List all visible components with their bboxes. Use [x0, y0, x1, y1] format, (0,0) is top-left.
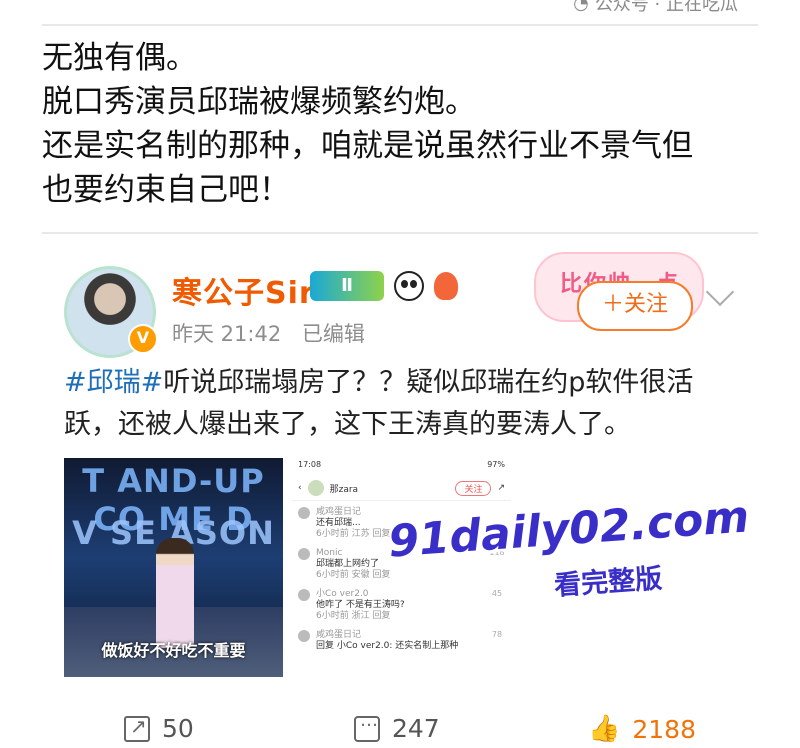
- repost-count: 50: [162, 714, 194, 743]
- commenter-avatar: [298, 507, 310, 519]
- status-battery: 97%: [487, 460, 505, 469]
- comment-likes: 45: [491, 589, 503, 598]
- performer-figure: [156, 538, 194, 648]
- post-image-screenshot[interactable]: 17:08 97% ‹ 那zara 关注 ↗ 咸鸡蛋日记 还有邱瑞... 6小时前 …: [292, 458, 511, 677]
- repost-icon: [124, 714, 150, 742]
- verified-badge-icon: V: [128, 324, 158, 354]
- overlay-watermark-sub: 看完整版: [553, 563, 664, 602]
- rocket-icon: [434, 272, 458, 300]
- chat-header: ‹ 那zara 关注 ↗: [292, 476, 511, 501]
- share-icon: ↗: [497, 483, 505, 493]
- account-name: 那zara: [329, 484, 359, 495]
- repost-button[interactable]: 50: [124, 714, 194, 743]
- commenter-avatar: [298, 548, 310, 560]
- user-badges: Ⅱ: [310, 271, 458, 301]
- comment-item: 咸鸡蛋日记 回复 小Co ver2.0: 还实名制上那种 78: [292, 624, 511, 654]
- top-watermark: ◔ 公众号 · 正在吃瓜: [573, 0, 738, 16]
- weibo-post-card: V 寒公子Sir Ⅱ 昨天 21:42 已编辑 比你帅一点 ＋关注 #邱瑞#听说…: [42, 238, 758, 748]
- panda-icon: [394, 271, 424, 301]
- edited-label: 已编辑: [301, 322, 365, 346]
- video-subtitle: 做饭好不好吃不重要: [101, 641, 246, 660]
- commenter-avatar: [298, 589, 310, 601]
- comment-text: 回复 小Co ver2.0: 还实名制上那种: [316, 641, 459, 651]
- article-caption: 无独有偶。 脱口秀演员邱瑞被爆频繁约炮。 还是实名制的那种，咱就是说虽然行业不景…: [42, 36, 782, 212]
- comment-count: 247: [392, 714, 440, 743]
- status-time: 17:08: [298, 460, 322, 469]
- account-avatar: [307, 480, 324, 496]
- divider-top: [42, 24, 758, 26]
- chevron-down-icon[interactable]: [705, 277, 735, 307]
- caption-line: 还是实名制的那种，咱就是说虽然行业不景气但: [42, 128, 693, 164]
- commenter-name: 小Co ver2.0: [316, 589, 369, 599]
- top-watermark-text: 公众号 · 正在吃瓜: [594, 0, 738, 15]
- avatar[interactable]: V: [64, 266, 158, 358]
- caption-line: 也要约束自己吧！: [42, 172, 290, 208]
- post-action-bar: 50 247 👍 2188: [42, 706, 758, 748]
- post-image-stage[interactable]: T AND-UP CO ME D V SE ASON 5 做饭好不好吃不重要: [64, 458, 283, 677]
- comment-likes: 78: [491, 630, 503, 639]
- level-badge-icon: Ⅱ: [310, 271, 384, 301]
- comment-meta: 6小时前 浙江 回复: [316, 611, 391, 621]
- post-time: 昨天 21:42: [172, 322, 282, 346]
- phone-status-bar: 17:08 97%: [292, 458, 511, 476]
- wechat-icon: ◔: [573, 0, 589, 14]
- username[interactable]: 寒公子Sir: [172, 268, 315, 312]
- thumbs-up-icon: 👍: [588, 714, 621, 744]
- comment-icon: [354, 710, 380, 742]
- post-body: #邱瑞#听说邱瑞塌房了？？疑似邱瑞在约p软件很活跃，还被人爆出来了，这下王涛真的…: [64, 362, 744, 446]
- commenter-avatar: [298, 630, 310, 642]
- comment-meta: 6小时前 安徽 回复: [316, 570, 391, 580]
- commenter-name: 咸鸡蛋日记: [316, 630, 362, 640]
- comment-text: 他咋了 不是有王涛吗?: [316, 600, 405, 610]
- comment-button[interactable]: 247: [354, 710, 440, 743]
- follow-button[interactable]: ＋关注: [577, 281, 693, 331]
- caption-line: 无独有偶。: [42, 40, 197, 76]
- mini-follow-button: 关注: [455, 480, 492, 496]
- like-button[interactable]: 👍 2188: [588, 714, 696, 744]
- caption-line: 脱口秀演员邱瑞被爆频繁约炮。: [42, 84, 476, 120]
- hashtag-link[interactable]: #邱瑞#: [64, 367, 163, 398]
- comment-item: 小Co ver2.0 他咋了 不是有王涛吗? 6小时前 浙江 回复 45: [292, 583, 511, 624]
- divider-mid: [42, 232, 758, 234]
- back-icon: ‹: [298, 483, 302, 493]
- like-count: 2188: [632, 714, 696, 744]
- post-meta: 昨天 21:42 已编辑: [172, 318, 379, 348]
